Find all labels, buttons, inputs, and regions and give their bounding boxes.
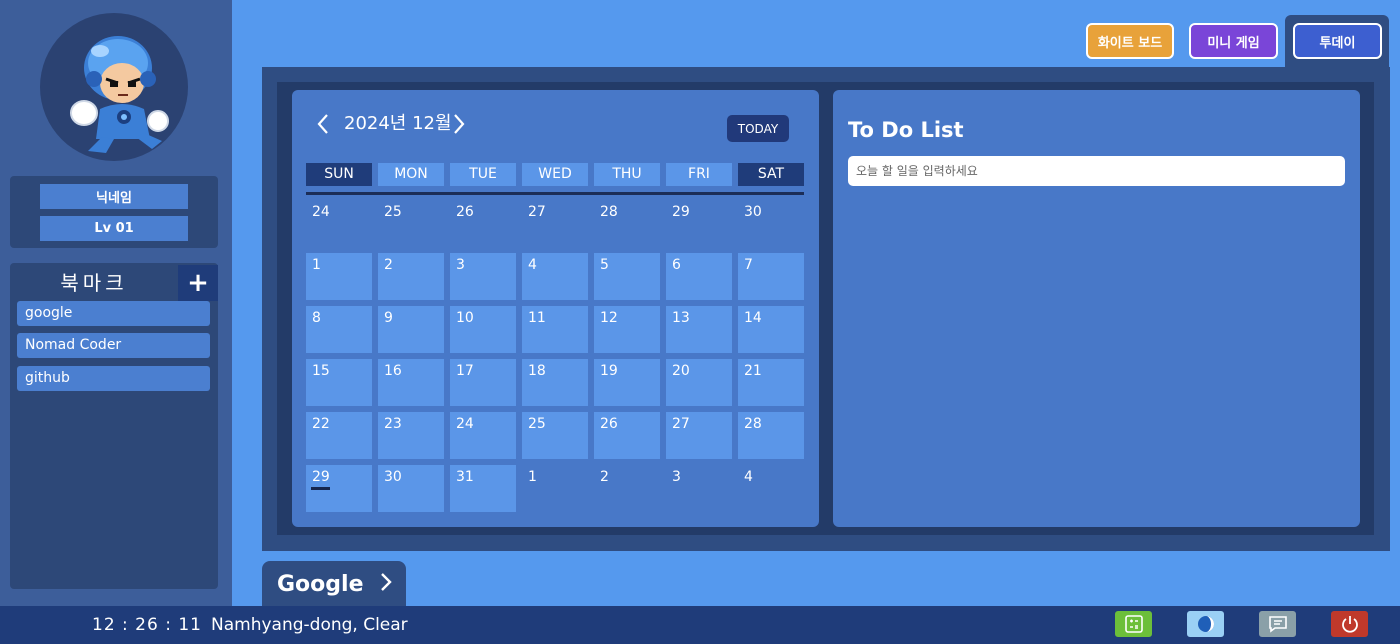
calendar-day[interactable]: 4 bbox=[522, 253, 588, 300]
calendar-day-selected[interactable]: 29 bbox=[306, 465, 372, 512]
avatar bbox=[40, 13, 188, 161]
calculator-button[interactable] bbox=[1115, 611, 1152, 637]
minigame-button[interactable]: 미니 게임 bbox=[1189, 23, 1278, 59]
sidebar: 닉네임 Lv 01 북마크 + google Nomad Coder githu… bbox=[0, 0, 232, 606]
weekday-thu: THU bbox=[594, 163, 660, 186]
today-indicator bbox=[311, 487, 330, 490]
calendar-day[interactable]: 11 bbox=[522, 306, 588, 353]
today-button[interactable]: TODAY bbox=[727, 115, 789, 142]
calendar-day[interactable]: 28 bbox=[738, 412, 804, 459]
calendar-day[interactable]: 27 bbox=[522, 200, 588, 247]
search-engine-tab[interactable]: Google bbox=[262, 561, 406, 606]
calendar-day[interactable]: 15 bbox=[306, 359, 372, 406]
calendar-day[interactable]: 2 bbox=[594, 465, 660, 512]
calendar-day[interactable]: 3 bbox=[666, 465, 732, 512]
calculator-icon bbox=[1124, 615, 1143, 633]
calendar-day[interactable]: 4 bbox=[738, 465, 804, 512]
chat-button[interactable] bbox=[1259, 611, 1296, 637]
power-button[interactable] bbox=[1331, 611, 1368, 637]
calendar-day[interactable]: 26 bbox=[594, 412, 660, 459]
bookmark-title: 북마크 bbox=[60, 271, 128, 295]
calendar-day[interactable]: 20 bbox=[666, 359, 732, 406]
calendar-day[interactable]: 16 bbox=[378, 359, 444, 406]
calendar-day[interactable]: 7 bbox=[738, 253, 804, 300]
calendar-day[interactable]: 1 bbox=[306, 253, 372, 300]
calendar-day[interactable]: 28 bbox=[594, 200, 660, 247]
calendar-day[interactable]: 24 bbox=[306, 200, 372, 247]
calendar-day[interactable]: 10 bbox=[450, 306, 516, 353]
clock: 12 : 26 : 11 bbox=[92, 615, 202, 635]
calendar-day-number: 29 bbox=[312, 469, 330, 485]
weekday-sun: SUN bbox=[306, 163, 372, 186]
todo-title: To Do List bbox=[848, 118, 964, 142]
calendar-day[interactable]: 30 bbox=[378, 465, 444, 512]
bookmark-item-github[interactable]: github bbox=[17, 366, 210, 391]
calendar-day[interactable]: 23 bbox=[378, 412, 444, 459]
calendar-day[interactable]: 19 bbox=[594, 359, 660, 406]
calendar-month-label: 2024년 12월 bbox=[344, 113, 452, 134]
weekday-sat: SAT bbox=[738, 163, 804, 186]
weekday-wed: WED bbox=[522, 163, 588, 186]
chevron-right-icon bbox=[381, 573, 392, 591]
calendar-day[interactable]: 27 bbox=[666, 412, 732, 459]
calendar-day[interactable]: 26 bbox=[450, 200, 516, 247]
calendar-day[interactable]: 14 bbox=[738, 306, 804, 353]
taskbar: 12 : 26 : 11 Namhyang-dong, Clear bbox=[0, 606, 1400, 644]
profile-box: 닉네임 Lv 01 bbox=[10, 176, 218, 248]
calendar-day[interactable]: 2 bbox=[378, 253, 444, 300]
calendar-day[interactable]: 31 bbox=[450, 465, 516, 512]
calendar-day[interactable]: 6 bbox=[666, 253, 732, 300]
power-icon bbox=[1341, 616, 1358, 633]
add-bookmark-button[interactable]: + bbox=[178, 265, 218, 301]
bookmark-panel: 북마크 + google Nomad Coder github bbox=[10, 263, 218, 589]
bookmark-item-google[interactable]: google bbox=[17, 301, 210, 326]
todo-input[interactable] bbox=[848, 156, 1345, 186]
today-tab-button[interactable]: 투데이 bbox=[1293, 23, 1382, 59]
weekday-mon: MON bbox=[378, 163, 444, 186]
calendar-day[interactable]: 18 bbox=[522, 359, 588, 406]
calendar-day[interactable]: 24 bbox=[450, 412, 516, 459]
nickname-label: 닉네임 bbox=[40, 184, 188, 209]
calendar-day[interactable]: 9 bbox=[378, 306, 444, 353]
calendar-day[interactable]: 29 bbox=[666, 200, 732, 247]
chevron-left-icon bbox=[317, 114, 328, 134]
calendar-day[interactable]: 21 bbox=[738, 359, 804, 406]
calendar-day[interactable]: 22 bbox=[306, 412, 372, 459]
next-month-button[interactable] bbox=[452, 110, 466, 144]
calendar-day[interactable]: 12 bbox=[594, 306, 660, 353]
calendar-day[interactable]: 17 bbox=[450, 359, 516, 406]
calendar-day[interactable]: 13 bbox=[666, 306, 732, 353]
calendar-divider bbox=[306, 192, 804, 195]
calendar-panel: 2024년 12월 TODAY SUN MON TUE WED THU FRI … bbox=[292, 90, 819, 527]
chevron-right-icon bbox=[454, 114, 465, 134]
calendar-day[interactable]: 3 bbox=[450, 253, 516, 300]
chat-icon bbox=[1268, 616, 1287, 633]
weekday-fri: FRI bbox=[666, 163, 732, 186]
calendar-day[interactable]: 5 bbox=[594, 253, 660, 300]
calendar-day[interactable]: 1 bbox=[522, 465, 588, 512]
calendar-day[interactable]: 25 bbox=[378, 200, 444, 247]
theme-toggle-button[interactable] bbox=[1187, 611, 1224, 637]
character-illustration bbox=[70, 36, 169, 153]
search-engine-label: Google bbox=[277, 572, 364, 597]
bookmark-item-nomad-coder[interactable]: Nomad Coder bbox=[17, 333, 210, 358]
calendar-day[interactable]: 25 bbox=[522, 412, 588, 459]
prev-month-button[interactable] bbox=[316, 110, 330, 144]
level-label: Lv 01 bbox=[40, 216, 188, 241]
calendar-day[interactable]: 30 bbox=[738, 200, 804, 247]
whiteboard-button[interactable]: 화이트 보드 bbox=[1086, 23, 1174, 59]
weekday-tue: TUE bbox=[450, 163, 516, 186]
weather-status: Namhyang-dong, Clear bbox=[211, 615, 408, 635]
theme-toggle-icon bbox=[1197, 616, 1214, 632]
todo-panel: To Do List bbox=[833, 90, 1360, 527]
calendar-day[interactable]: 8 bbox=[306, 306, 372, 353]
